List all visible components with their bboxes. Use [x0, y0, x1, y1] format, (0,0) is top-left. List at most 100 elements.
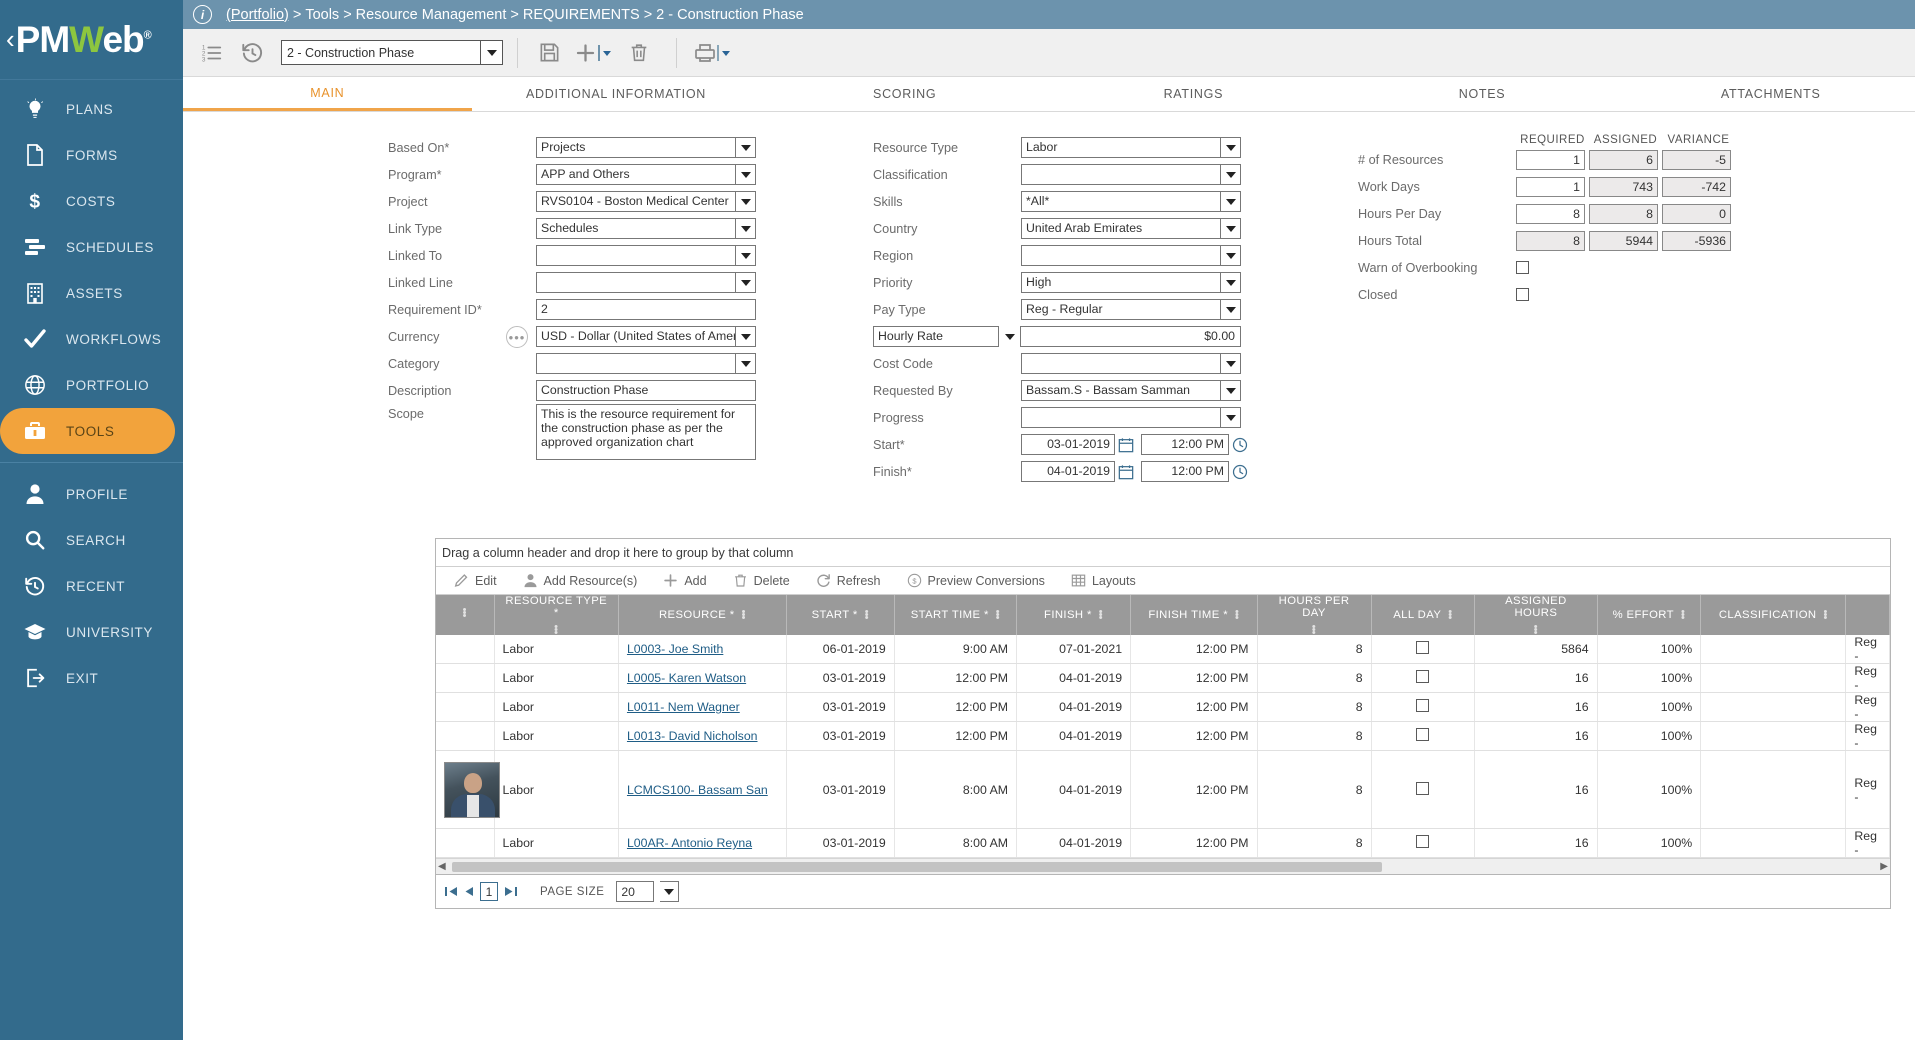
chevron-down-icon[interactable]	[1220, 218, 1241, 239]
requested-by-dropdown[interactable]: Bassam.S - Bassam Samman	[1021, 380, 1241, 401]
cell-resource[interactable]: L0003- Joe Smith	[618, 635, 787, 664]
column-menu-icon[interactable]: • • •	[554, 622, 558, 639]
all-day-checkbox[interactable]	[1416, 670, 1430, 683]
chevron-down-icon[interactable]	[1220, 407, 1241, 428]
trash-icon[interactable]	[622, 36, 656, 70]
sidebar-item-recent[interactable]: RECENT	[0, 563, 183, 609]
breadcrumb-part-tools[interactable]: Tools	[305, 7, 339, 23]
column-menu-icon[interactable]: • • •	[1235, 606, 1239, 623]
add-resources-button[interactable]: Add Resource(s)	[523, 573, 637, 588]
column-menu-icon[interactable]: • • •	[1312, 622, 1316, 639]
all-day-checkbox[interactable]	[1416, 728, 1430, 741]
print-split-button[interactable]	[691, 36, 735, 70]
sidebar-item-portfolio[interactable]: PORTFOLIO	[0, 362, 183, 408]
edit-button[interactable]: Edit	[454, 573, 497, 588]
based-on-dropdown[interactable]: Projects	[536, 137, 756, 158]
resource-type-dropdown[interactable]: Labor	[1021, 137, 1241, 158]
cell-resource[interactable]: L0011- Nem Wagner	[618, 692, 787, 722]
breadcrumb-part-requirements[interactable]: REQUIREMENTS	[523, 7, 640, 23]
rate-value-input[interactable]: $0.00	[1021, 326, 1241, 347]
description-input[interactable]: Construction Phase	[536, 380, 756, 401]
column-menu-icon[interactable]: • • •	[996, 606, 1000, 623]
scroll-left-icon[interactable]: ◀	[438, 861, 446, 872]
info-icon[interactable]: i	[193, 5, 212, 24]
tab-scoring[interactable]: SCORING	[760, 77, 1049, 111]
start-date-input[interactable]: 03-01-2019	[1021, 434, 1134, 455]
cell-resource[interactable]: L0013- David Nicholson	[618, 721, 787, 751]
sidebar-item-plans[interactable]: PLANS	[0, 86, 183, 132]
resource-link[interactable]: L0003- Joe Smith	[627, 642, 723, 656]
scrollbar-thumb[interactable]	[452, 862, 1382, 872]
all-day-checkbox[interactable]	[1416, 781, 1430, 795]
add-button[interactable]: Add	[663, 573, 707, 588]
resource-link[interactable]: LCMCS100- Bassam San	[627, 783, 768, 797]
category-dropdown[interactable]	[536, 353, 756, 374]
program-dropdown[interactable]: APP and Others	[536, 164, 756, 185]
numbered-list-icon[interactable]: 123	[195, 36, 229, 70]
cell-all-day[interactable]	[1371, 750, 1476, 829]
delete-button[interactable]: Delete	[733, 573, 790, 588]
calendar-icon[interactable]	[1117, 435, 1135, 454]
col-header-start[interactable]: START * • • •	[786, 595, 895, 635]
sidebar-item-forms[interactable]: FORMS	[0, 132, 183, 178]
sidebar-item-exit[interactable]: EXIT	[0, 655, 183, 701]
finish-time-input[interactable]: 12:00 PM	[1141, 461, 1248, 482]
rate-mode-dropdown[interactable]: Hourly Rate	[873, 326, 1021, 347]
chevron-down-icon[interactable]	[1220, 380, 1241, 401]
chevron-down-icon[interactable]	[1220, 191, 1241, 212]
chevron-down-icon[interactable]	[1220, 353, 1241, 374]
column-menu-icon[interactable]: • • •	[1824, 606, 1828, 623]
col-header-start-time[interactable]: START TIME * • • •	[894, 595, 1018, 635]
tab-additional-information[interactable]: ADDITIONAL INFORMATION	[472, 77, 761, 111]
cell-all-day[interactable]	[1371, 721, 1476, 751]
table-row[interactable]: Labor L00AR- Antonio Reyna 03-01-2019 8:…	[436, 828, 1890, 858]
chevron-down-icon[interactable]	[660, 881, 680, 902]
chevron-down-icon[interactable]	[735, 326, 756, 347]
chevron-down-icon[interactable]	[1220, 164, 1241, 185]
history-icon[interactable]	[235, 36, 269, 70]
col-header-all-day[interactable]: ALL DAY • • •	[1371, 595, 1476, 635]
region-dropdown[interactable]	[1021, 245, 1241, 266]
cell-all-day[interactable]	[1371, 692, 1476, 722]
priority-dropdown[interactable]: High	[1021, 272, 1241, 293]
column-menu-icon[interactable]: • • •	[1681, 606, 1685, 623]
col-header-selector[interactable]: • • •	[436, 595, 495, 635]
layouts-button[interactable]: Layouts	[1071, 573, 1136, 588]
record-select[interactable]: 2 - Construction Phase	[281, 40, 503, 65]
sidebar-item-assets[interactable]: ASSETS	[0, 270, 183, 316]
resources-required-input[interactable]: 1	[1516, 149, 1585, 170]
current-page-number[interactable]: 1	[480, 882, 498, 901]
sidebar-item-profile[interactable]: PROFILE	[0, 471, 183, 517]
scroll-right-icon[interactable]: ▶	[1880, 861, 1888, 872]
column-menu-icon[interactable]: • • •	[463, 604, 467, 621]
chevron-down-icon[interactable]	[735, 137, 756, 158]
cell-resource[interactable]: L0005- Karen Watson	[618, 663, 787, 693]
resource-link[interactable]: L00AR- Antonio Reyna	[627, 836, 752, 850]
work-days-required-input[interactable]: 1	[1516, 176, 1585, 197]
col-header-assigned-hours[interactable]: ASSIGNED HOURS • • •	[1474, 595, 1598, 639]
linked-line-dropdown[interactable]	[536, 272, 756, 293]
first-page-icon[interactable]	[444, 885, 458, 898]
sidebar-item-university[interactable]: UNIVERSITY	[0, 609, 183, 655]
progress-dropdown[interactable]	[1021, 407, 1241, 428]
skills-dropdown[interactable]: *All*	[1021, 191, 1241, 212]
resource-link[interactable]: L0005- Karen Watson	[627, 671, 746, 685]
all-day-checkbox[interactable]	[1416, 835, 1430, 848]
table-row[interactable]: Labor L0013- David Nicholson 03-01-2019 …	[436, 721, 1890, 751]
sidebar-item-tools[interactable]: TOOLS	[0, 408, 175, 454]
col-header-classification[interactable]: CLASSIFICATION • • •	[1700, 595, 1847, 635]
col-header-resource[interactable]: RESOURCE * • • •	[618, 595, 787, 635]
add-split-button[interactable]	[572, 36, 616, 70]
last-page-icon[interactable]	[504, 885, 518, 898]
cell-resource[interactable]: LCMCS100- Bassam San	[618, 750, 787, 829]
refresh-button[interactable]: Refresh	[816, 573, 881, 588]
cell-resource[interactable]: L00AR- Antonio Reyna	[618, 828, 787, 858]
chevron-down-icon[interactable]	[1220, 272, 1241, 293]
column-menu-icon[interactable]: • • •	[1448, 606, 1452, 623]
tab-ratings[interactable]: RATINGS	[1049, 77, 1338, 111]
tab-notes[interactable]: NOTES	[1338, 77, 1627, 111]
sidebar-item-costs[interactable]: $ COSTS	[0, 178, 183, 224]
clock-icon[interactable]	[1231, 435, 1249, 454]
cost-code-dropdown[interactable]	[1021, 353, 1241, 374]
finish-date-input[interactable]: 04-01-2019	[1021, 461, 1134, 482]
